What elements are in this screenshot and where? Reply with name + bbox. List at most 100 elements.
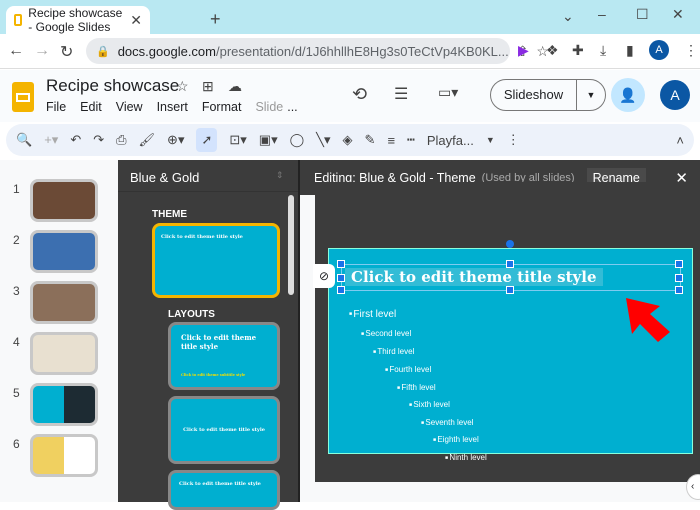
level-8[interactable]: Eighth level xyxy=(433,435,478,444)
extension-play-icon[interactable]: ▶ xyxy=(518,42,529,59)
resize-handle[interactable] xyxy=(337,260,345,268)
slide-thumb-1[interactable] xyxy=(30,179,98,222)
tab-title: Recipe showcase - Google Slides xyxy=(28,6,123,34)
theme-master-thumb[interactable]: Click to edit theme title style xyxy=(152,223,280,298)
select-icon[interactable]: ➚ xyxy=(196,128,218,152)
font-select[interactable]: Playfa... xyxy=(427,133,474,148)
resize-handle[interactable] xyxy=(675,274,683,282)
slide-thumb-6[interactable] xyxy=(30,434,98,477)
more-tools-icon[interactable]: ⋮ xyxy=(507,132,520,148)
slideshow-button-group: Slideshow ▼ xyxy=(490,79,606,111)
print-icon[interactable]: ⎙ xyxy=(116,132,126,148)
share-button[interactable]: 👤 xyxy=(611,78,645,112)
level-3[interactable]: Third level xyxy=(373,347,414,356)
meet-icon[interactable]: ▭▾ xyxy=(438,84,458,101)
rotate-handle[interactable] xyxy=(506,240,514,248)
slide-thumb-5[interactable] xyxy=(30,383,98,426)
theme-select-icon[interactable]: ⇕ xyxy=(276,170,284,181)
zoom-icon[interactable]: ⊕▾ xyxy=(167,132,184,148)
resize-handle[interactable] xyxy=(506,286,514,294)
menu-slide[interactable]: Slide xyxy=(255,100,283,114)
comments-icon[interactable]: ☰ xyxy=(394,84,408,104)
resize-handle[interactable] xyxy=(337,274,345,282)
textbox-icon[interactable]: ⊡▾ xyxy=(229,132,246,148)
border-weight-icon[interactable]: ≡ xyxy=(387,133,395,148)
level-1[interactable]: First level xyxy=(349,309,396,320)
menu-file[interactable]: File xyxy=(46,100,66,114)
fill-color-icon[interactable]: ◈ xyxy=(343,132,353,148)
slideshow-dropdown-icon[interactable]: ▼ xyxy=(577,90,605,100)
menu-more[interactable]: ... xyxy=(287,100,297,114)
red-arrow-annotation xyxy=(626,298,670,342)
image-icon[interactable]: ▣▾ xyxy=(259,132,278,148)
slide-number: 6 xyxy=(13,437,20,451)
close-tab-icon[interactable]: ✕ xyxy=(130,12,142,29)
move-folder-icon[interactable]: ⊞ xyxy=(202,78,214,95)
slide-title[interactable]: Click to edit theme title style xyxy=(345,268,603,286)
menu-view[interactable]: View xyxy=(116,100,143,114)
level-2[interactable]: Second level xyxy=(361,329,411,338)
slide-thumb-3[interactable] xyxy=(30,281,98,324)
back-icon[interactable]: ← xyxy=(8,42,24,60)
level-4[interactable]: Fourth level xyxy=(385,365,431,374)
line-icon[interactable]: ╲▾ xyxy=(316,132,330,148)
level-5[interactable]: Fifth level xyxy=(397,383,435,392)
forward-icon[interactable]: → xyxy=(34,42,50,60)
font-dropdown-icon[interactable]: ▼ xyxy=(486,135,495,145)
search-menus-icon[interactable]: 🔍 xyxy=(16,132,32,148)
resize-handle[interactable] xyxy=(337,286,345,294)
redo-icon[interactable]: ↷ xyxy=(93,132,104,148)
slide-thumb-4[interactable] xyxy=(30,332,98,375)
reload-icon[interactable]: ↻ xyxy=(60,42,73,62)
version-history-icon[interactable]: ⟲ xyxy=(352,84,367,105)
layout-thumb-body[interactable]: Click to edit theme title style xyxy=(168,470,280,510)
thumb-title: Click to edit theme title style xyxy=(179,481,261,487)
profile-avatar[interactable]: A xyxy=(649,40,669,60)
level-7[interactable]: Seventh level xyxy=(421,418,473,427)
layout-thumb-section[interactable]: Click to edit theme title style xyxy=(168,396,280,464)
sidepanel-icon[interactable]: ▮ xyxy=(626,42,634,59)
account-avatar[interactable]: A xyxy=(660,80,690,110)
menu-format[interactable]: Format xyxy=(202,100,242,114)
doc-title[interactable]: Recipe showcase xyxy=(46,76,179,96)
format-options-icon[interactable]: ⊘ xyxy=(313,264,335,288)
border-dash-icon[interactable]: ┅ xyxy=(407,132,415,148)
new-slide-icon[interactable]: +▾ xyxy=(44,132,58,148)
border-color-icon[interactable]: ✎ xyxy=(365,132,376,148)
browser-tab[interactable]: Recipe showcase - Google Slides ✕ xyxy=(6,6,150,34)
close-window-icon[interactable]: ✕ xyxy=(672,6,684,23)
level-6[interactable]: Sixth level xyxy=(409,400,449,409)
menu-edit[interactable]: Edit xyxy=(80,100,102,114)
tab-bar: Recipe showcase - Google Slides ✕ + ⌄ – ☐… xyxy=(0,0,700,34)
theme-scrollbar[interactable] xyxy=(288,195,294,295)
level-9[interactable]: Ninth level xyxy=(445,453,486,462)
theme-label: THEME xyxy=(152,209,187,220)
theme-name: Blue & Gold xyxy=(130,170,200,185)
maximize-icon[interactable]: ☐ xyxy=(636,6,649,23)
slideshow-button[interactable]: Slideshow xyxy=(491,80,577,110)
shape-icon[interactable]: ◯ xyxy=(290,132,305,148)
slides-icon xyxy=(14,14,23,26)
menu-insert[interactable]: Insert xyxy=(157,100,188,114)
resize-handle[interactable] xyxy=(675,286,683,294)
url-bar[interactable]: 🔒 docs.google.com/presentation/d/1J6hhll… xyxy=(86,38,549,64)
paint-format-icon[interactable]: 🖌 xyxy=(139,132,156,148)
slide-number: 4 xyxy=(13,335,20,349)
layout-thumb-title[interactable]: Click to edit theme title style Click to … xyxy=(168,322,280,390)
resize-handle[interactable] xyxy=(675,260,683,268)
browser-menu-icon[interactable]: ⋮ xyxy=(684,42,698,59)
extension-icon[interactable]: ❖ xyxy=(546,42,559,59)
url-domain: docs.google.com xyxy=(117,43,216,59)
star-icon[interactable]: ☆ xyxy=(176,78,189,95)
slide-thumb-2[interactable] xyxy=(30,230,98,273)
resize-handle[interactable] xyxy=(506,260,514,268)
puzzle-icon[interactable]: ✚ xyxy=(572,42,584,59)
slide-canvas[interactable]: Click to edit theme title style First le… xyxy=(328,240,693,462)
minimize-icon[interactable]: – xyxy=(598,6,606,22)
collapse-toolbar-icon[interactable]: ˄ xyxy=(676,133,684,148)
cloud-status-icon[interactable]: ☁ xyxy=(228,78,242,95)
undo-icon[interactable]: ↶ xyxy=(70,132,81,148)
new-tab-icon[interactable]: + xyxy=(210,9,221,30)
download-icon[interactable]: ⤓ xyxy=(600,42,606,59)
tab-search-icon[interactable]: ⌄ xyxy=(562,8,574,25)
